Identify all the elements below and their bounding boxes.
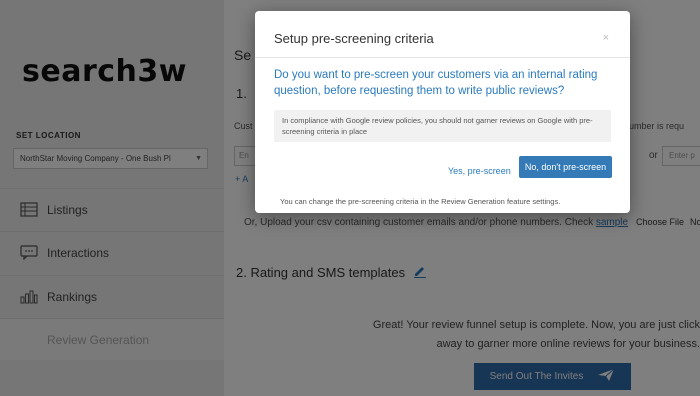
modal-divider bbox=[255, 57, 630, 58]
no-prescreen-button[interactable]: No, don't pre-screen bbox=[519, 156, 612, 178]
modal-title: Setup pre-screening criteria bbox=[274, 31, 434, 46]
prescreen-modal: Setup pre-screening criteria × Do you wa… bbox=[255, 11, 630, 213]
prescreen-question: Do you want to pre-screen your customers… bbox=[274, 69, 598, 97]
close-icon[interactable]: × bbox=[603, 32, 609, 44]
yes-prescreen-button[interactable]: Yes, pre-screen bbox=[448, 166, 511, 176]
modal-footer-note: You can change the pre-screening criteri… bbox=[280, 197, 561, 206]
google-policy-notice: In compliance with Google review policie… bbox=[274, 110, 611, 142]
